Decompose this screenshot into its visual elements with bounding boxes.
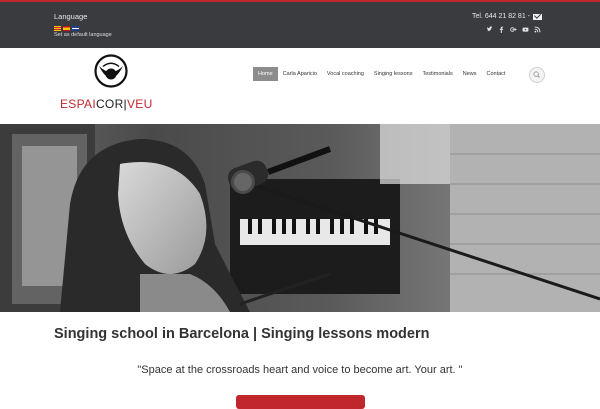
language-flags [54,26,79,31]
tagline-quote: "Space at the crossroads heart and voice… [137,364,463,376]
set-default-language-link[interactable]: Set as default language [54,32,112,38]
nav-item-singing-lessons[interactable]: Singing lessons [369,67,418,81]
logo-text-veu: VEU [126,97,153,111]
nav-item-contact[interactable]: Contact [481,67,510,81]
nav-item-home[interactable]: Home [253,67,278,81]
logo-text-cor: COR [95,97,124,111]
cta-button[interactable] [236,395,365,409]
nav-item-carla-aparicio[interactable]: Carla Aparicio [278,67,322,81]
logo-mark-icon [94,54,128,88]
search-icon [533,71,540,78]
catalan-flag-icon[interactable] [54,26,61,31]
logo-wordmark[interactable]: ESPAICOR|VEU [60,97,153,111]
google-plus-icon[interactable] [510,26,517,33]
logo-text-espai: ESPAI [60,97,96,111]
mail-icon[interactable] [533,13,542,20]
youtube-icon[interactable] [522,26,529,33]
hero-photo-singer [0,124,600,312]
search-button[interactable] [529,67,545,83]
nav-item-vocal-coaching[interactable]: Vocal coaching [322,67,369,81]
social-links [486,26,541,33]
twitter-icon[interactable] [486,26,493,33]
spanish-flag-icon[interactable] [63,26,70,31]
nav-item-testimonials[interactable]: Testimonials [417,67,457,81]
english-flag-icon[interactable] [72,26,79,31]
main-navigation: Home Carla Aparicio Vocal coaching Singi… [253,67,510,81]
page-title: Singing school in Barcelona | Singing le… [54,326,430,342]
nav-item-news[interactable]: News [458,67,482,81]
rss-icon[interactable] [534,26,541,33]
hero-image [0,124,600,312]
top-bar: Language Set as default language Tel. 64… [0,0,600,48]
language-label: Language [54,12,88,21]
phone-text: Tel. 644 21 82 81 - [472,13,530,20]
facebook-icon[interactable] [498,26,505,33]
contact-phone: Tel. 644 21 82 81 - [472,13,542,20]
